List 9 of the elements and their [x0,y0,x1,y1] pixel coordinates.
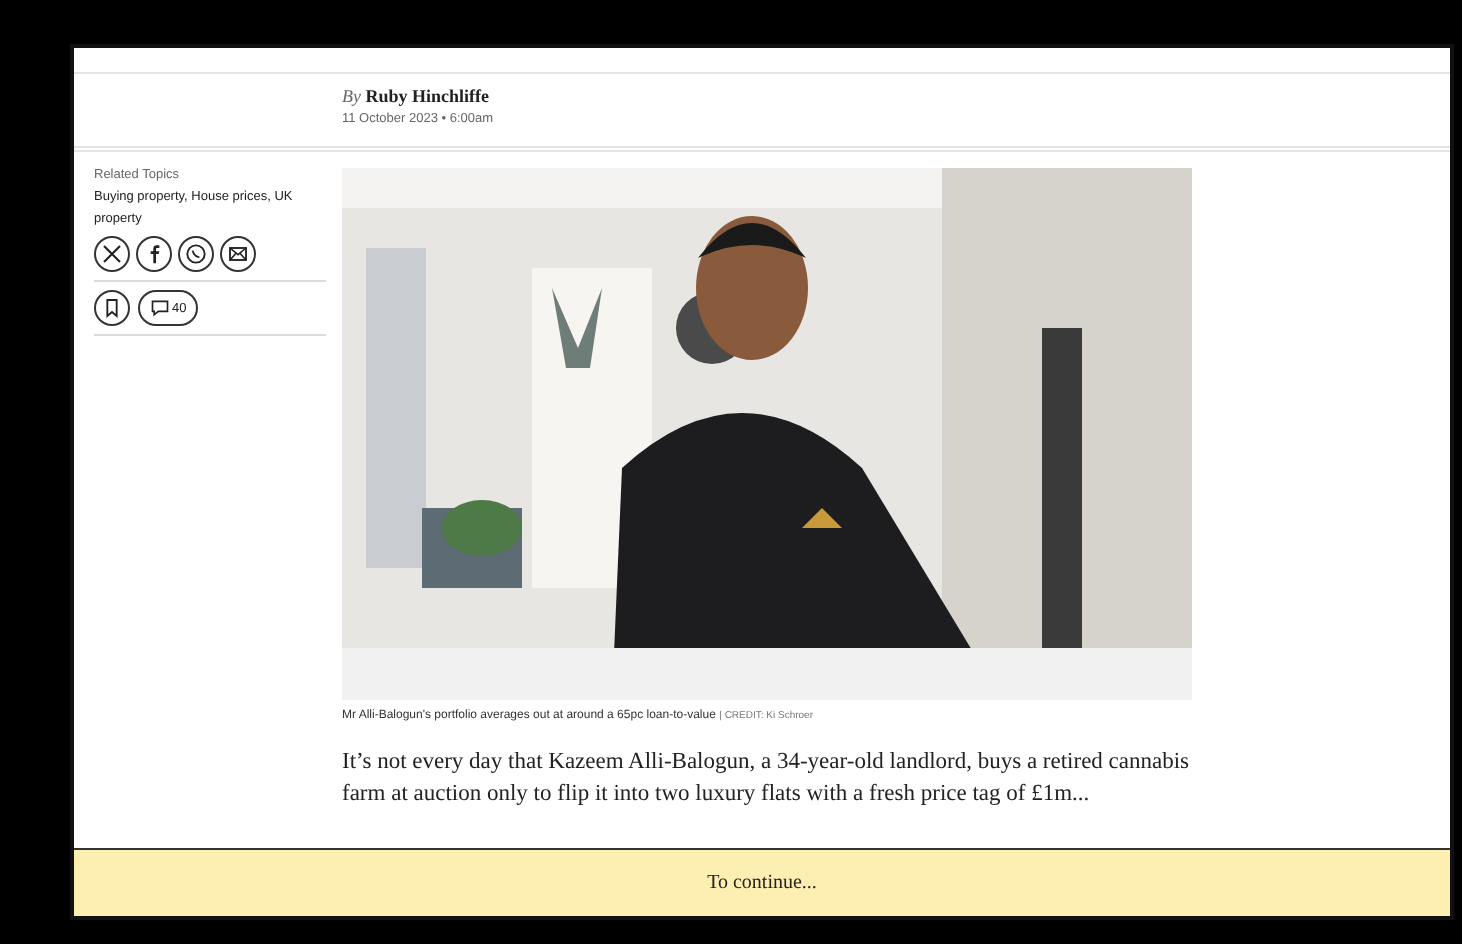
share-whatsapp-button[interactable] [178,236,214,272]
byline: By Ruby Hinchliffe [342,86,492,106]
share-x-button[interactable] [94,236,130,272]
comment-icon [150,298,170,318]
share-email-button[interactable] [220,236,256,272]
article-paragraph: It’s not every day that Kazeem Alli-Balogun, a 34-year-old landlord, buys a retired cannabis farm at auction only to flip it into two luxury flats with a fresh price tag of £1m... [342,748,1192,810]
bookmark-button[interactable] [94,290,130,326]
paywall-banner: To continue... [74,848,1450,916]
share-facebook-button[interactable] [136,236,172,272]
